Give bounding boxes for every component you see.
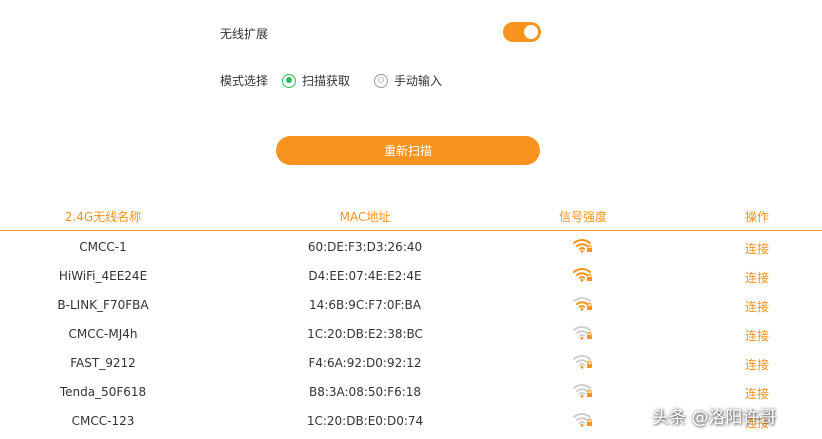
radio-unchecked-icon (374, 73, 388, 88)
table-row: HiWiFi_4EE24E D4:EE:07:4E:E2:4E 连接 (0, 262, 822, 291)
row-mac: 14:6B:9C:F7:0F:BA (309, 298, 421, 312)
row-mac: F4:6A:92:D0:92:12 (308, 356, 422, 370)
header-action: 操作 (744, 210, 770, 224)
radio-manual-label: 手动输入 (394, 74, 443, 88)
row-ssid: CMCC-123 (71, 414, 135, 428)
table-row: CMCC-1 60:DE:F3:D3:26:40 连接 (0, 233, 822, 262)
header-ssid: 2.4G无线名称 (64, 210, 142, 224)
row-ssid: CMCC-MJ4h (68, 327, 138, 341)
mode-label: 模式选择 (220, 74, 269, 88)
row-ssid: B-LINK_F70FBA (57, 298, 149, 312)
radio-scan-label: 扫描获取 (302, 74, 351, 88)
wifi-signal-icon (572, 265, 594, 286)
wifi-signal-icon (572, 294, 594, 315)
connect-link[interactable]: 连接 (745, 269, 769, 286)
radio-scan[interactable]: 扫描获取 (282, 72, 350, 89)
connect-link[interactable]: 连接 (745, 240, 769, 257)
connect-link[interactable]: 连接 (745, 327, 769, 344)
row-mac: D4:EE:07:4E:E2:4E (308, 269, 422, 283)
wifi-signal-icon (572, 352, 594, 373)
watermark: 头条 @洛阳许哥 (652, 408, 777, 428)
wifi-signal-icon (572, 381, 594, 402)
row-ssid: FAST_9212 (70, 356, 136, 370)
connect-link[interactable]: 连接 (745, 385, 769, 402)
connect-link[interactable]: 连接 (745, 298, 769, 315)
wireless-extension-toggle[interactable] (503, 22, 541, 42)
header-signal: 信号强度 (558, 210, 608, 224)
table-header: 2.4G无线名称 MAC地址 信号强度 操作 (0, 203, 822, 231)
table-row: B-LINK_F70FBA 14:6B:9C:F7:0F:BA 连接 (0, 291, 822, 320)
rescan-button[interactable]: 重新扫描 (276, 136, 540, 165)
table-row: CMCC-MJ4h 1C:20:DB:E2:38:BC 连接 (0, 320, 822, 349)
table-row: FAST_9212 F4:6A:92:D0:92:12 连接 (0, 349, 822, 378)
row-mac: B8:3A:08:50:F6:18 (308, 385, 422, 399)
wifi-signal-icon (572, 410, 594, 431)
row-mac: 60:DE:F3:D3:26:40 (307, 240, 423, 254)
wifi-signal-icon (572, 236, 594, 257)
row-mac: 1C:20:DB:E2:38:BC (307, 327, 423, 341)
connect-link[interactable]: 连接 (745, 356, 769, 373)
wifi-signal-icon (572, 323, 594, 344)
row-mac: 1C:20:DB:E0:D0:74 (306, 414, 424, 428)
wireless-extension-label: 无线扩展 (220, 27, 269, 41)
radio-manual[interactable]: 手动输入 (374, 72, 442, 89)
row-ssid: Tenda_50F618 (59, 385, 147, 399)
row-ssid: CMCC-1 (79, 240, 127, 254)
header-mac: MAC地址 (339, 210, 391, 224)
toggle-knob (524, 25, 538, 39)
radio-checked-icon (282, 73, 296, 88)
row-ssid: HiWiFi_4EE24E (58, 269, 148, 283)
